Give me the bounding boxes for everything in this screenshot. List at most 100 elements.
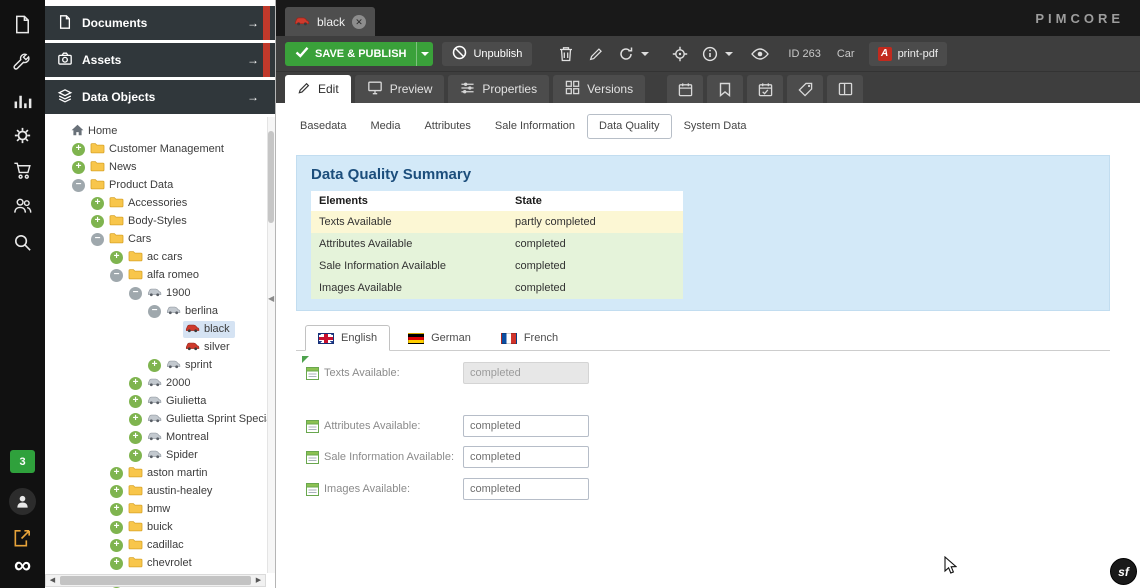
close-tab-icon[interactable]: ✕ [352,15,366,29]
content-tab-media[interactable]: Media [358,114,412,139]
plus-toggle-icon[interactable]: + [110,485,123,498]
tree-item-buick[interactable]: +buick [45,518,275,536]
content-tab-system-data[interactable]: System Data [672,114,759,139]
tree-item-news[interactable]: +News [45,158,275,176]
sidebar-section-data-objects[interactable]: Data Objects → [45,80,275,114]
plus-toggle-icon[interactable]: + [72,161,85,174]
tree-item-cars[interactable]: −Cars [45,230,275,248]
field-input-texts-available[interactable] [463,362,589,384]
save-options-dropdown[interactable] [416,42,433,66]
plus-toggle-icon[interactable]: + [110,521,123,534]
tab-events-calendar-check-icon[interactable] [747,75,783,103]
field-input-attributes-available[interactable] [463,415,589,437]
logout-export-icon[interactable] [0,522,45,554]
tree-item-1900[interactable]: −1900 [45,284,275,302]
user-profile-icon[interactable] [9,488,36,515]
ecommerce-cart-icon[interactable] [0,154,45,186]
plus-toggle-icon[interactable]: + [129,377,142,390]
tree-item-accessories[interactable]: +Accessories [45,194,275,212]
tree-item-berlina[interactable]: −berlina [45,302,275,320]
save-publish-button[interactable]: SAVE & PUBLISH [285,42,433,66]
symfony-debug-badge[interactable]: sf [1110,558,1137,585]
tree-item-cadillac[interactable]: +cadillac [45,536,275,554]
pimcore-infinity-logo[interactable]: ∞ [0,552,45,580]
tab-edit[interactable]: Edit [285,75,351,103]
tab-schedule-calendar-icon[interactable] [667,75,703,103]
field-input-sale-information-available[interactable] [463,446,589,468]
tree-item-product-data[interactable]: −Product Data [45,176,275,194]
minus-toggle-icon[interactable]: − [110,269,123,282]
tree-item-body-styles[interactable]: +Body-Styles [45,212,275,230]
scrollbar-thumb[interactable] [60,576,251,585]
plus-toggle-icon[interactable]: + [72,143,85,156]
tab-preview[interactable]: Preview [355,75,445,103]
content-tab-data-quality[interactable]: Data Quality [587,114,672,139]
plus-toggle-icon[interactable]: + [110,539,123,552]
plus-toggle-icon[interactable]: + [91,215,104,228]
delete-button[interactable] [554,42,578,66]
content-tab-attributes[interactable]: Attributes [412,114,482,139]
content-tab-sale-information[interactable]: Sale Information [483,114,587,139]
plus-toggle-icon[interactable]: + [129,395,142,408]
open-preview-eye-button[interactable] [748,42,772,66]
tree-item-bmw[interactable]: +bmw [45,500,275,518]
tree-item-silver[interactable]: silver [45,338,275,356]
field-input-images-available[interactable] [463,478,589,500]
reload-button[interactable] [614,42,638,66]
language-tab-german[interactable]: German [396,325,483,351]
tree-item-ac-cars[interactable]: +ac cars [45,248,275,266]
tree-item-sprint[interactable]: +sprint [45,356,275,374]
minus-toggle-icon[interactable]: − [91,233,104,246]
search-icon[interactable] [0,226,45,258]
tree-vertical-scrollbar[interactable] [267,117,275,573]
sidebar-section-assets[interactable]: Assets → [45,43,275,77]
minus-toggle-icon[interactable]: − [129,287,142,300]
language-tab-french[interactable]: French [489,325,570,351]
tree-item-home[interactable]: Home [45,122,275,140]
expand-arrow-icon[interactable]: → [247,53,259,67]
print-pdf-button[interactable]: A print-pdf [869,42,947,66]
settings-gear-icon[interactable] [0,119,45,151]
tree-item-austin-healey[interactable]: +austin-healey [45,482,275,500]
plus-toggle-icon[interactable]: + [129,449,142,462]
tab-layout-columns-icon[interactable] [827,75,863,103]
rename-pencil-button[interactable] [584,42,608,66]
customers-users-icon[interactable] [0,189,45,221]
notifications-badge[interactable]: 3 [10,450,35,473]
sidebar-collapse-handle[interactable]: ◀ [268,286,276,312]
tree-item-gulietta-sprint-specia[interactable]: +Gulietta Sprint Specia [45,410,275,428]
tab-versions[interactable]: Versions [553,75,645,103]
tree-horizontal-scrollbar[interactable]: ◀ ▶ [45,574,266,587]
tree-item-2000[interactable]: +2000 [45,374,275,392]
tree-item-spider[interactable]: +Spider [45,446,275,464]
scrollbar-thumb[interactable] [268,131,274,223]
plus-toggle-icon[interactable]: + [110,503,123,516]
plus-toggle-icon[interactable]: + [129,431,142,444]
reload-options-dropdown[interactable] [638,42,652,66]
locate-in-tree-button[interactable] [668,42,692,66]
tab-properties[interactable]: Properties [448,75,549,103]
unpublish-button[interactable]: Unpublish [442,42,532,66]
tree-item-aston-martin[interactable]: +aston martin [45,464,275,482]
language-tab-english[interactable]: English [305,325,390,351]
tree-item-customer-management[interactable]: +Customer Management [45,140,275,158]
file-icon[interactable] [0,8,45,40]
tree-item-black[interactable]: black [45,320,275,338]
tree-item-chevrolet[interactable]: +chevrolet [45,554,275,572]
plus-toggle-icon[interactable]: + [110,467,123,480]
plus-toggle-icon[interactable]: + [129,413,142,426]
tools-wrench-icon[interactable] [0,46,45,78]
reports-chart-icon[interactable] [0,84,45,116]
plus-toggle-icon[interactable]: + [148,359,161,372]
plus-toggle-icon[interactable]: + [91,197,104,210]
minus-toggle-icon[interactable]: − [72,179,85,192]
content-tab-basedata[interactable]: Basedata [288,114,358,139]
scroll-left-arrow[interactable]: ◀ [46,575,59,586]
scroll-right-arrow[interactable]: ▶ [252,575,265,586]
info-options-dropdown[interactable] [722,42,736,66]
plus-toggle-icon[interactable]: + [110,251,123,264]
info-button[interactable] [698,42,722,66]
open-tab-black[interactable]: black ✕ [285,7,375,36]
tab-notes-bookmark-icon[interactable] [707,75,743,103]
plus-toggle-icon[interactable]: + [110,557,123,570]
